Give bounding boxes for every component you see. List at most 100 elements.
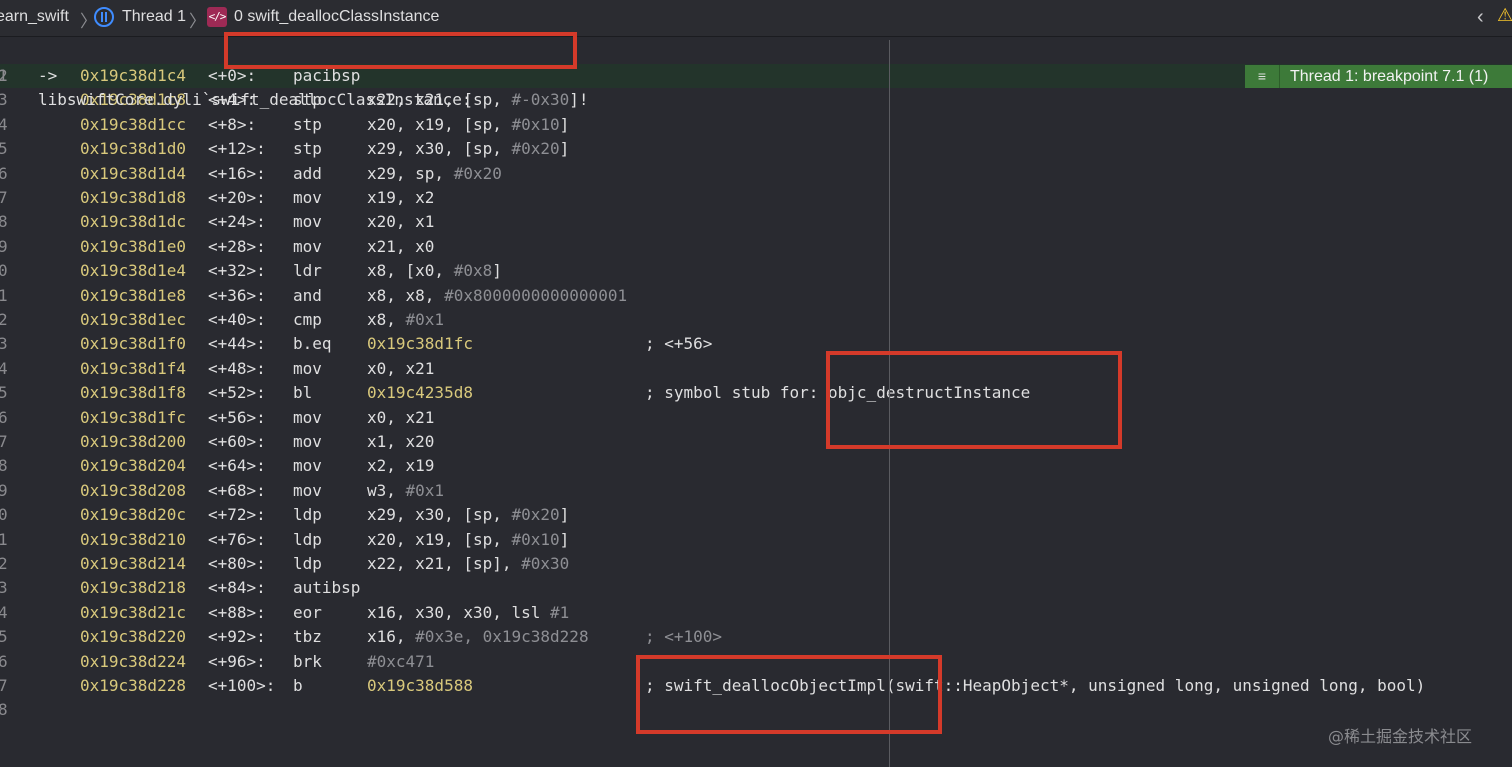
operand-immediate: #0x8000000000000001 (444, 285, 628, 305)
line-number: 1 (0, 285, 8, 305)
instruction-comment: ; <+100> (645, 627, 723, 647)
instruction-address: 0x19c38d1f8 (80, 383, 186, 403)
line-number: 5 (0, 139, 8, 159)
line-number: 3 (0, 578, 8, 598)
disassembly-line[interactable]: 6 0x19c38d1fc <+56>: mov x0, x21 (0, 406, 1512, 430)
instruction-mnemonic: stp (293, 114, 322, 134)
instruction-address: 0x19c38d218 (80, 578, 186, 598)
instruction-operands: x29, sp, #0x20 (367, 162, 502, 186)
disassembly-line[interactable]: 9 0x19c38d208 <+68>: mov w3, #0x1 (0, 479, 1512, 503)
line-number: 6 (0, 407, 8, 427)
operand-tail: ] (559, 139, 570, 159)
line-number: 3 (0, 334, 8, 354)
breadcrumb-thread[interactable]: Thread 1 (122, 8, 186, 26)
instruction-address: 0x19c38d204 (80, 456, 186, 476)
instruction-mnemonic: eor (293, 602, 322, 622)
disassembly-line[interactable]: 3 0x19c38d1f0 <+44>: b.eq 0x19c38d1fc ; <+56> (0, 332, 1512, 356)
disassembly-line[interactable]: 4 0x19c38d21c <+88>: eor x16, x30, x30, lsl … (0, 601, 1512, 625)
operand-immediate: #0x30 (521, 554, 570, 573)
disassembly-line[interactable]: 5 0x19c38d1d0 <+12>: stp x29, x30, [sp, #0x2… (0, 137, 1512, 161)
line-number: 0 (0, 261, 8, 281)
instruction-mnemonic: stp (293, 139, 322, 159)
operand-registers: x22, x21, [sp], (367, 554, 522, 573)
assembly-file-icon: </> (207, 7, 227, 27)
instruction-address: 0x19c38d20c (80, 505, 186, 525)
instruction-mnemonic: mov (293, 407, 322, 427)
line-number: 4 (0, 114, 8, 134)
line-number: 8 (0, 212, 8, 232)
disassembly-line[interactable]: 0 0x19c38d20c <+72>: ldp x29, x30, [sp, #0x2… (0, 503, 1512, 527)
disassembly-line[interactable]: 4 0x19c38d1cc <+8>: stp x20, x19, [sp, #0x10… (0, 113, 1512, 137)
breadcrumb-project[interactable]: earn_swift (0, 8, 69, 26)
instruction-offset: <+36>: (208, 285, 266, 305)
disassembly-line[interactable]: 4 0x19c38d1f4 <+48>: mov x0, x21 (0, 357, 1512, 381)
line-number: 6 (0, 651, 8, 671)
instruction-address: 0x19c38d1fc (80, 407, 186, 427)
operand-immediate: #0x20 (511, 505, 560, 525)
disassembly-line[interactable]: 9 0x19c38d1e0 <+28>: mov x21, x0 (0, 235, 1512, 259)
instruction-operands: x8, x8, #0x8000000000000001 (367, 284, 627, 308)
instruction-offset: <+40>: (208, 310, 266, 329)
disassembly-line[interactable]: 0 0x19c38d1e4 <+32>: ldr x8, [x0, #0x8] (0, 259, 1512, 283)
disassembly-line[interactable]: 2 0x19c38d214 <+80>: ldp x22, x21, [sp], #0x… (0, 552, 1512, 576)
operand-registers: x0, x21 (367, 358, 435, 378)
line-number: 1 (0, 66, 8, 85)
operand-tail: ] (559, 114, 570, 134)
line-number: 4 (0, 358, 8, 378)
instruction-offset: <+84>: (208, 578, 266, 598)
breakpoint-annotation[interactable]: ≡ Thread 1: breakpoint 7.1 (1) (1245, 65, 1512, 88)
instruction-operands: x0, x21 (367, 406, 434, 430)
operand-registers: x1, x20 (367, 432, 435, 451)
instruction-offset: <+80>: (208, 554, 266, 573)
disassembly-line[interactable]: 2 0x19c38d1ec <+40>: cmp x8, #0x1 (0, 308, 1512, 332)
disassembly-line[interactable]: 8 0x19c38d204 <+64>: mov x2, x19 (0, 454, 1512, 478)
line-number: 9 (0, 480, 8, 500)
line-number: 4 (0, 602, 8, 622)
instruction-address: 0x19c38d1e8 (80, 285, 186, 305)
thread-icon (94, 7, 114, 27)
instruction-mnemonic: b.eq (293, 334, 332, 354)
instruction-operands: x29, x30, [sp, #0x20] (367, 137, 569, 161)
function-symbol: `swift_deallocClassInstance: (201, 90, 472, 109)
disassembly-line[interactable]: 1 0x19c38d1e8 <+36>: and x8, x8, #0x80000000… (0, 284, 1512, 308)
instruction-operands: x20, x1 (367, 210, 434, 234)
chevron-left-icon[interactable]: ‹ (1477, 6, 1484, 29)
disassembly-line[interactable]: 6 0x19c38d1d4 <+16>: add x29, sp, #0x20 (0, 162, 1512, 186)
instruction-address: 0x19c38d1f0 (80, 334, 186, 354)
instruction-mnemonic: mov (293, 188, 322, 207)
instruction-operands: w3, #0x1 (367, 479, 444, 503)
menu-lines-icon[interactable]: ≡ (1245, 65, 1280, 88)
instruction-mnemonic: add (293, 163, 322, 183)
breakpoint-label: Thread 1: breakpoint 7.1 (1) (1290, 68, 1489, 85)
instruction-offset: <+60>: (208, 432, 266, 451)
disassembly-line[interactable]: 3 0x19c38d218 <+84>: autibsp (0, 576, 1512, 600)
operand-immediate: #1 (550, 602, 570, 622)
instruction-offset: <+68>: (208, 480, 266, 500)
disassembly-line[interactable]: 7 0x19c38d200 <+60>: mov x1, x20 (0, 430, 1512, 454)
breadcrumb-frame[interactable]: 0 swift_deallocClassInstance (234, 8, 439, 26)
annotation-box-symbol (224, 32, 577, 69)
operand-registers: x2, x19 (367, 456, 435, 476)
operand-registers: x19, x2 (367, 188, 435, 207)
instruction-operands: x21, x0 (367, 235, 434, 259)
operand-registers: x8, (367, 310, 406, 329)
instruction-mnemonic: mov (293, 480, 322, 500)
disassembly-line[interactable]: 1 0x19c38d210 <+76>: ldp x20, x19, [sp, #0x1… (0, 528, 1512, 552)
operand-immediate: #0x10 (511, 114, 560, 134)
disassembly-line[interactable]: 5 0x19c38d220 <+92>: tbz x16, #0x3e, 0x19c38… (0, 625, 1512, 649)
instruction-operands: x20, x19, [sp, #0x10] (367, 528, 569, 552)
instruction-mnemonic: and (293, 285, 322, 305)
instruction-address: 0x19c38d1e4 (80, 261, 186, 281)
operand-immediate: #0xc471 (367, 651, 435, 671)
disassembly-line[interactable]: 5 0x19c38d1f8 <+52>: bl 0x19c4235d8; symbol … (0, 381, 1512, 405)
instruction-address: 0x19c38d1dc (80, 212, 186, 232)
instruction-offset: <+16>: (208, 163, 266, 183)
instruction-address: 0x19c38d21c (80, 602, 186, 622)
operand-tail: , 0x19c38d228 (463, 627, 589, 647)
warning-icon[interactable]: ⚠ (1497, 5, 1512, 26)
current-instruction-arrow: -> (38, 66, 58, 85)
disassembly-line[interactable]: 7 0x19c38d1d8 <+20>: mov x19, x2 (0, 186, 1512, 210)
branch-target: 0x19c4235d8 (367, 383, 473, 403)
operand-tail: ] (492, 261, 502, 281)
disassembly-line[interactable]: 8 0x19c38d1dc <+24>: mov x20, x1 (0, 210, 1512, 234)
